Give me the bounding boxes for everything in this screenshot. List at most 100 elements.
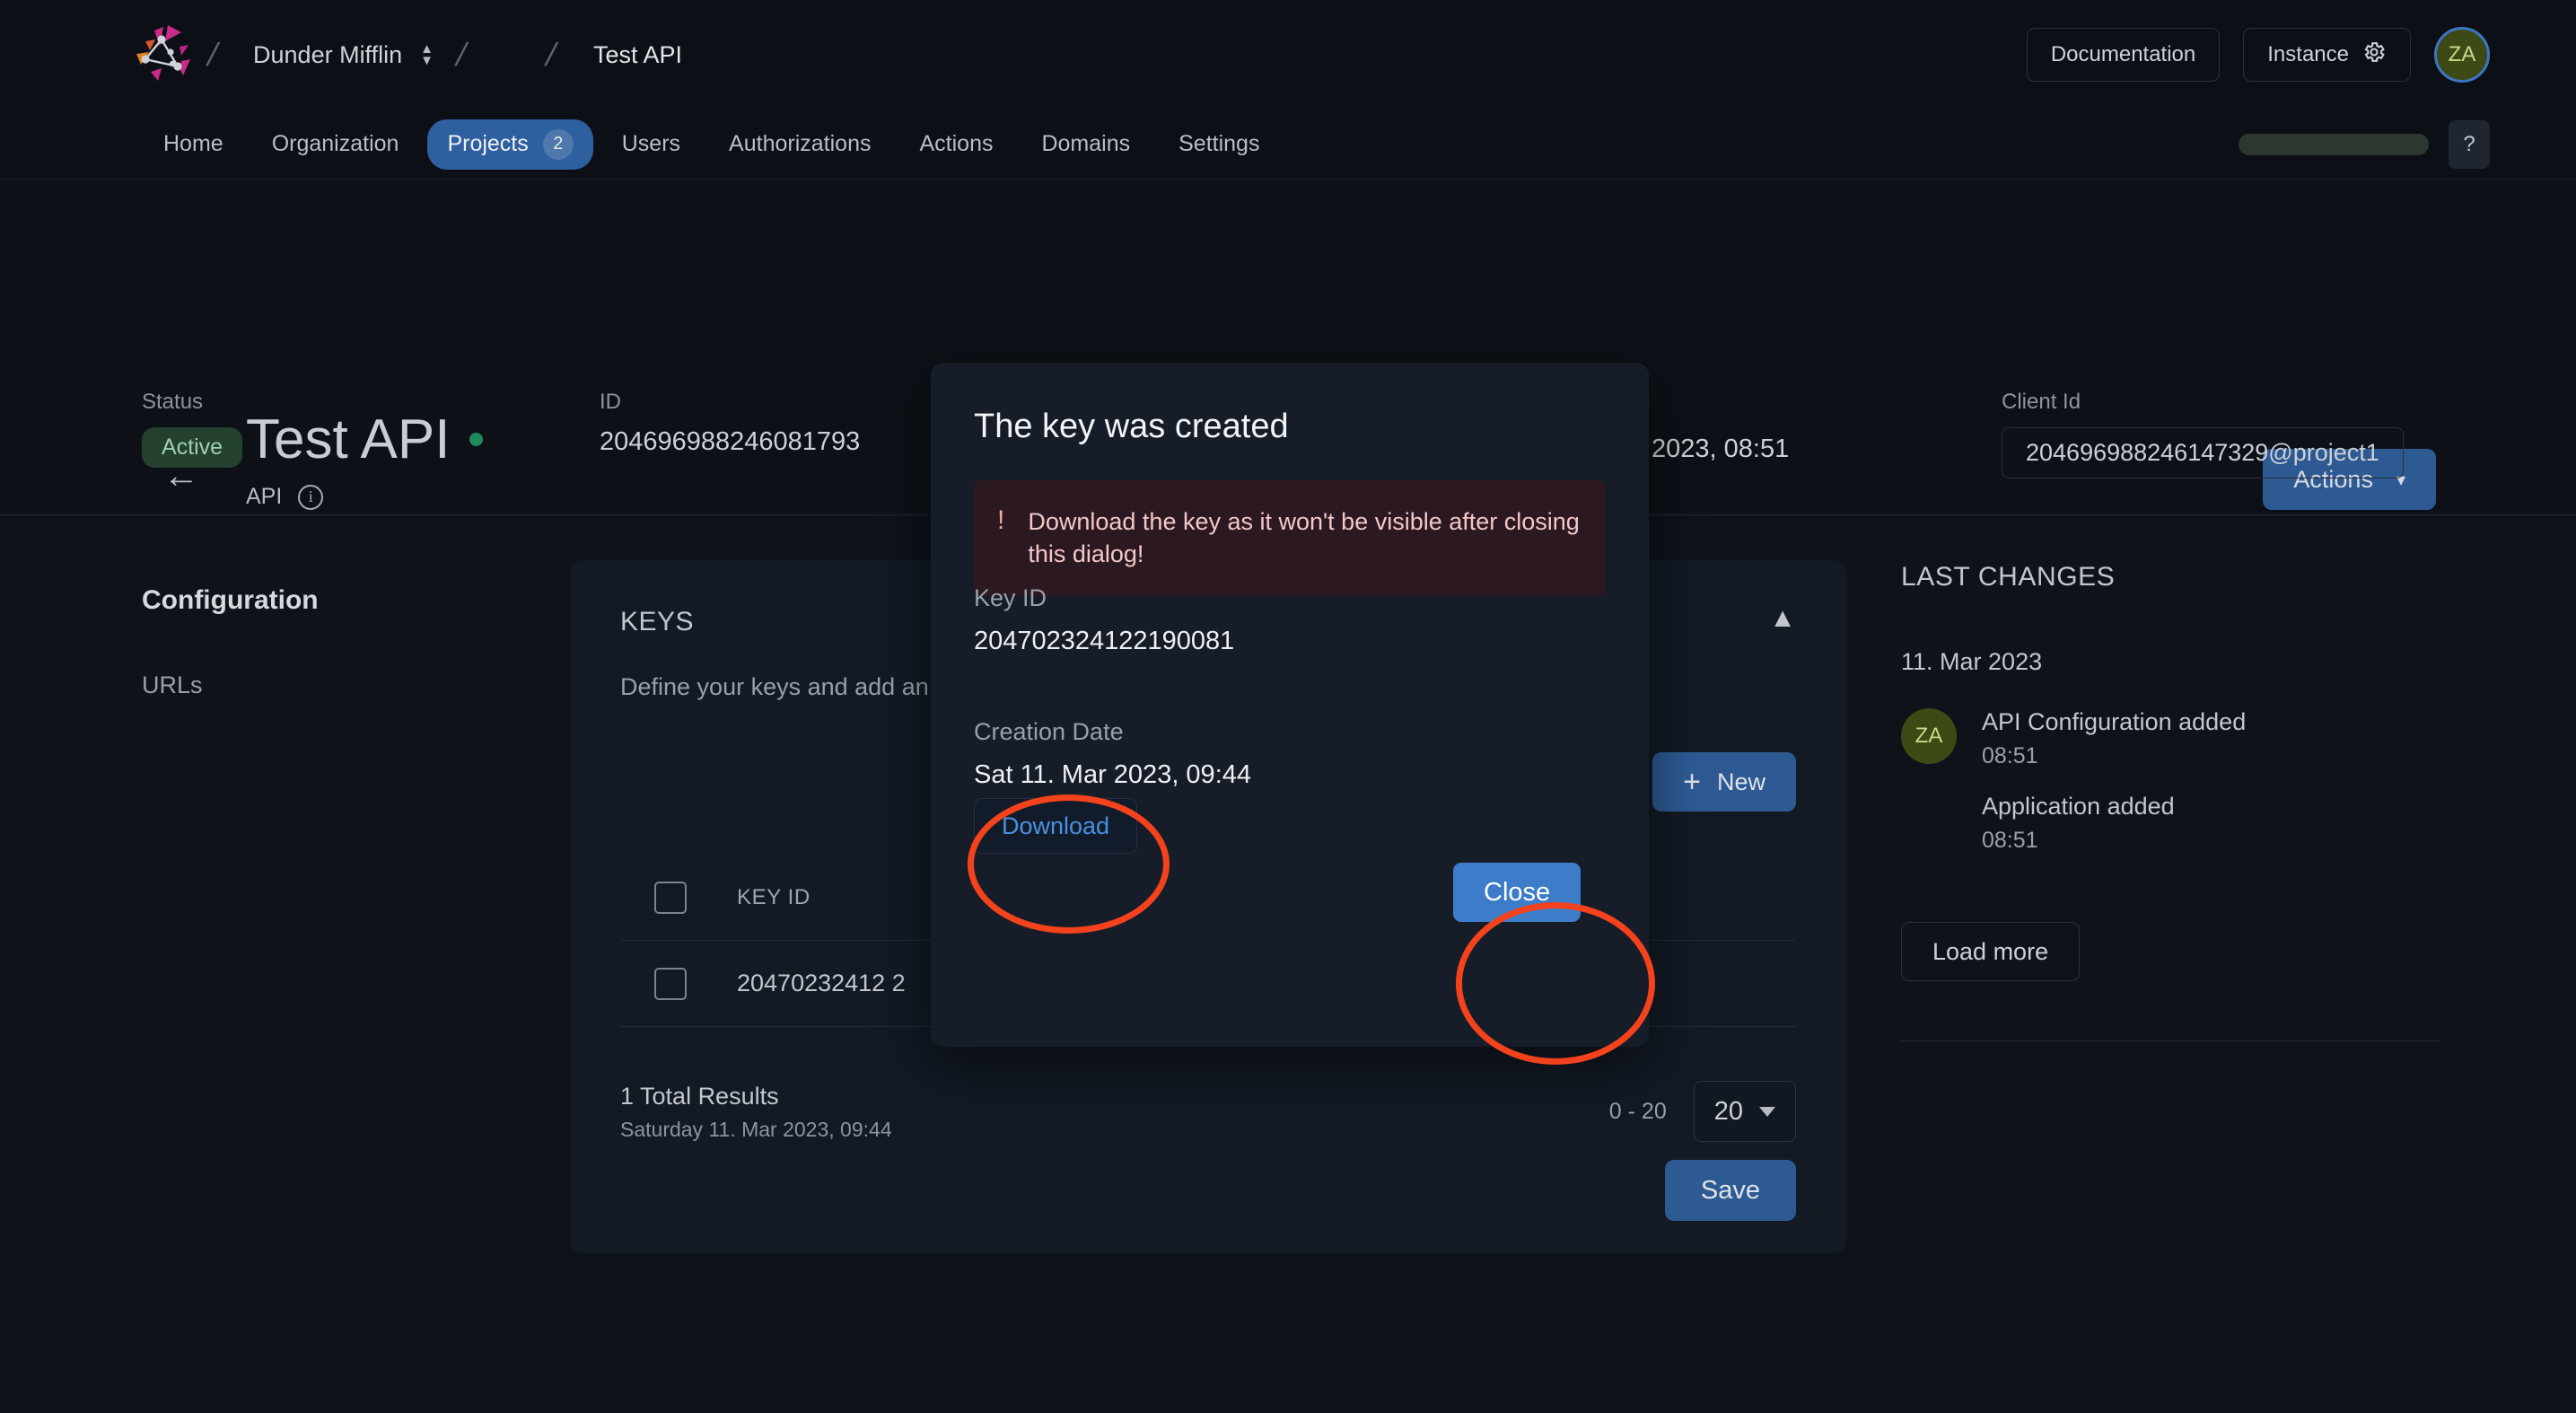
config-heading: Configuration: [142, 585, 519, 616]
avatar-initials: ZA: [1915, 724, 1943, 749]
sidebar-item-urls[interactable]: URLs: [142, 671, 519, 699]
breadcrumb-separator-2: /: [452, 36, 470, 74]
nav-right: ?: [2239, 120, 2490, 169]
avatar: ZA: [1901, 708, 1957, 764]
instance-button[interactable]: Instance: [2243, 28, 2411, 82]
avatar[interactable]: ZA: [2434, 27, 2490, 83]
load-more-button[interactable]: Load more: [1901, 922, 2080, 981]
meta-status-label: Status: [142, 390, 242, 415]
meta-id-value: 204696988246081793: [600, 427, 860, 457]
keys-table-footer: 1 Total Results Saturday 11. Mar 2023, 0…: [620, 1081, 1796, 1142]
meta-id-label: ID: [600, 390, 860, 415]
total-results: 1 Total Results: [620, 1083, 892, 1110]
nav-items: Home Organization Projects 2 Users Autho…: [144, 119, 1279, 170]
select-all-checkbox[interactable]: [654, 882, 687, 914]
documentation-button[interactable]: Documentation: [2027, 28, 2220, 82]
row-checkbox[interactable]: [654, 968, 687, 1000]
creation-date-label: Creation Date: [974, 718, 1124, 746]
help-button[interactable]: ?: [2449, 120, 2490, 169]
breadcrumb-org[interactable]: Dunder Mifflin: [253, 41, 402, 69]
save-label: Save: [1701, 1176, 1760, 1205]
load-more-label: Load more: [1932, 938, 2048, 966]
status-badge: Active: [142, 427, 242, 468]
change-time: 08:51: [1982, 828, 2440, 854]
meta-id: ID 204696988246081793: [600, 390, 860, 457]
nav-label: Domains: [1041, 131, 1130, 157]
meta-date: 2023, 08:51: [1652, 434, 1789, 464]
nav-item-projects[interactable]: Projects 2: [427, 119, 592, 170]
changes-date: 11. Mar 2023: [1901, 648, 2440, 676]
pagination: 0 - 20 20: [1609, 1081, 1796, 1142]
breadcrumb-separator-3: /: [542, 36, 560, 74]
nav-label: Settings: [1178, 131, 1259, 157]
nav-label: Projects: [447, 131, 528, 157]
nav-label: Organization: [272, 131, 399, 157]
download-button[interactable]: Download: [974, 798, 1137, 854]
warning-text: Download the key as it won't be visible …: [1028, 505, 1582, 571]
key-created-dialog: The key was created ! Download the key a…: [931, 363, 1649, 1047]
nav-item-users[interactable]: Users: [602, 121, 700, 167]
change-text: API Configuration added 08:51: [1982, 708, 2246, 769]
total-results-block: 1 Total Results Saturday 11. Mar 2023, 0…: [620, 1083, 892, 1142]
main-nav: Home Organization Projects 2 Users Autho…: [0, 110, 2576, 180]
breadcrumb-project[interactable]: Test API: [593, 41, 682, 69]
nav-item-home[interactable]: Home: [144, 121, 243, 167]
chevron-up-icon[interactable]: ▲: [1769, 605, 1796, 632]
page-size-select[interactable]: 20: [1694, 1081, 1796, 1142]
meta-date-value: 2023, 08:51: [1652, 434, 1789, 464]
warning-banner: ! Download the key as it won't be visibl…: [974, 480, 1606, 596]
change-time: 08:51: [1982, 743, 2246, 769]
config-sidebar: Configuration URLs: [142, 585, 519, 699]
changes-divider: [1901, 1040, 2440, 1041]
avatar-initials: ZA: [2449, 42, 2476, 67]
download-label: Download: [1002, 812, 1109, 839]
new-key-button[interactable]: + New: [1652, 752, 1796, 812]
meta-client-id: Client Id 204696988246147329@project1: [2002, 390, 2404, 478]
nav-item-domains[interactable]: Domains: [1021, 121, 1150, 167]
close-button[interactable]: Close: [1453, 863, 1581, 922]
app-root: / Dunder Mifflin ▲ ▼ / / Test API Docume…: [0, 0, 2576, 1413]
top-bar: / Dunder Mifflin ▲ ▼ / / Test API Docume…: [0, 0, 2576, 110]
creation-date-value: Sat 11. Mar 2023, 09:44: [974, 760, 1251, 790]
chevron-updown-icon[interactable]: ▲ ▼: [420, 45, 434, 65]
gear-icon: [2361, 39, 2387, 71]
key-id-label: Key ID: [974, 584, 1047, 612]
chevron-down-glyph: ▼: [420, 57, 434, 65]
progress-pill: [2239, 134, 2429, 155]
dialog-title: The key was created: [974, 408, 1289, 446]
client-id-value[interactable]: 204696988246147329@project1: [2002, 427, 2404, 478]
last-changes-heading: LAST CHANGES: [1901, 562, 2440, 592]
save-button[interactable]: Save: [1665, 1160, 1796, 1221]
documentation-label: Documentation: [2051, 42, 2195, 67]
nav-item-settings[interactable]: Settings: [1159, 121, 1279, 167]
meta-status: Status Active: [142, 390, 242, 468]
total-results-timestamp: Saturday 11. Mar 2023, 09:44: [620, 1118, 892, 1142]
nav-item-authorizations[interactable]: Authorizations: [709, 121, 890, 167]
close-label: Close: [1484, 878, 1550, 907]
nav-item-actions[interactable]: Actions: [899, 121, 1012, 167]
nav-label: Home: [163, 131, 223, 157]
nav-label: Users: [622, 131, 680, 157]
chevron-up-glyph: ▲: [420, 45, 434, 53]
change-title: API Configuration added: [1982, 708, 2246, 736]
help-label: ?: [2463, 132, 2475, 157]
new-key-label: New: [1717, 768, 1766, 796]
chevron-down-icon: [1759, 1107, 1775, 1117]
exclamation-icon: !: [997, 505, 1004, 535]
change-title: Application added: [1982, 793, 2440, 821]
list-item: Application added 08:51: [1982, 793, 2440, 854]
list-item: ZA API Configuration added 08:51: [1901, 708, 2440, 769]
nav-badge-projects: 2: [543, 129, 574, 160]
instance-label: Instance: [2267, 42, 2349, 67]
breadcrumb-separator-1: /: [204, 36, 222, 74]
page-size-value: 20: [1714, 1097, 1743, 1127]
page-range: 0 - 20: [1609, 1099, 1667, 1125]
meta-client-id-label: Client Id: [2002, 390, 2404, 415]
nav-label: Authorizations: [729, 131, 871, 157]
nav-item-organization[interactable]: Organization: [252, 121, 419, 167]
zitadel-logo-icon[interactable]: [126, 22, 196, 88]
key-id-value: 204702324122190081: [974, 627, 1234, 656]
nav-label: Actions: [919, 131, 993, 157]
last-changes-panel: LAST CHANGES 11. Mar 2023 ZA API Configu…: [1901, 562, 2440, 1041]
plus-icon: +: [1683, 767, 1701, 797]
